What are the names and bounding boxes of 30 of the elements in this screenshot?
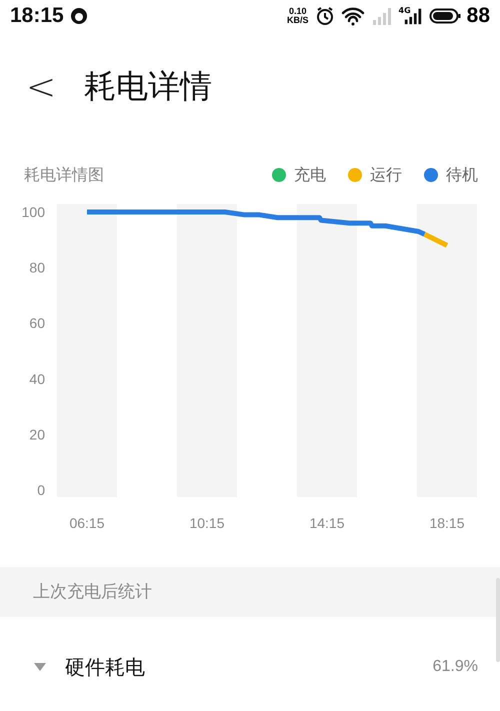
signal-icon: [370, 6, 392, 26]
network-type: 4G: [398, 6, 411, 15]
wifi-icon: [340, 6, 364, 26]
y-axis-label: 80: [29, 260, 45, 276]
app-notification-icon: [70, 7, 88, 25]
y-axis-label: 20: [29, 426, 45, 442]
y-axis-label: 60: [29, 315, 45, 332]
network-speed-unit: KB/S: [286, 16, 308, 25]
y-axis-label: 100: [22, 204, 45, 220]
alarm-clock-icon: [314, 6, 334, 26]
row-label: 硬件耗电: [65, 654, 145, 680]
row-value: 61.9%: [432, 658, 478, 676]
page-title: 耗电详情: [84, 66, 212, 107]
expand-triangle-icon[interactable]: [33, 662, 47, 672]
y-axis-label: 40: [29, 370, 45, 387]
network-speed-value: 0.10: [288, 7, 306, 16]
y-axis-label: 0: [37, 482, 45, 498]
battery-icon: [428, 6, 461, 26]
x-axis-label: 14:15: [309, 515, 345, 531]
x-axis-label: 06:15: [69, 515, 105, 531]
legend-label: 待机: [446, 164, 478, 186]
status-time: 18:15: [10, 4, 64, 28]
battery-percent: 88: [466, 4, 490, 28]
legend-label: 充电: [294, 164, 326, 186]
chart-title: 耗电详情图: [24, 164, 104, 186]
legend-label: 运行: [370, 164, 402, 186]
x-axis-label: 10:15: [189, 515, 225, 531]
x-axis-label: 18:15: [429, 515, 465, 531]
back-button[interactable]: <: [20, 66, 62, 108]
section-header: 上次充电后统计: [0, 567, 500, 617]
